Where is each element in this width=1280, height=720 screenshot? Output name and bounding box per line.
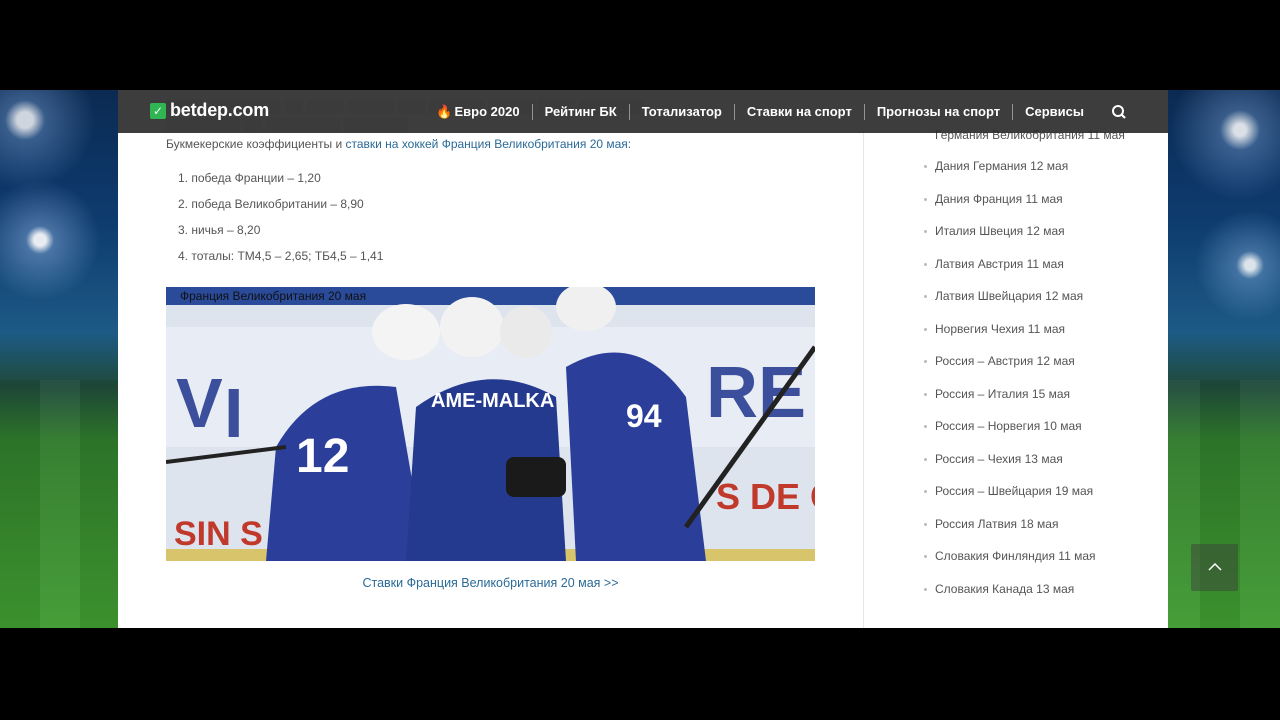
bullet-icon bbox=[924, 392, 927, 396]
bullet-icon bbox=[924, 360, 927, 363]
svg-text:RE: RE bbox=[706, 353, 806, 433]
checkmark-icon: ✓ bbox=[150, 102, 166, 119]
bullet-icon bbox=[924, 295, 927, 298]
svg-text:S DE C: S DE C bbox=[716, 476, 815, 517]
intro-text: Букмекерские коэффициенты и bbox=[166, 137, 346, 151]
hockey-players-image: V I RE S DE C SIN S 12 AME-MALKA 94 bbox=[166, 287, 815, 561]
nav-item-bets[interactable]: Ставки на спорт bbox=[735, 103, 865, 120]
sidebar-divider bbox=[863, 133, 864, 628]
list-item: 1. победа Франции – 1,20 bbox=[178, 171, 321, 185]
article-content: Букмекерские коэффициенты и ставки на хо… bbox=[166, 134, 816, 275]
nav-item-label: Евро 2020 bbox=[454, 103, 520, 119]
sidebar-item-label: Россия – Италия 15 мая bbox=[935, 386, 1070, 401]
sidebar-item[interactable]: Россия – Норвегия 10 мая bbox=[924, 419, 1134, 452]
letterbox-top bbox=[0, 0, 1280, 90]
sidebar-item-label: Россия – Швейцария 19 мая bbox=[935, 484, 1094, 498]
bullet-icon bbox=[924, 230, 927, 233]
match-title: Франция Великобритания 20 мая: bbox=[438, 137, 632, 151]
sidebar-item-label: Дания Франция 11 мая bbox=[935, 191, 1063, 206]
sidebar-item-label: Россия Латвия 18 мая bbox=[935, 516, 1059, 531]
sidebar-item-label: Норвегия Чехия 11 мая bbox=[935, 321, 1065, 336]
bullet-icon bbox=[924, 490, 927, 493]
svg-text:V: V bbox=[176, 364, 223, 442]
svg-text:AME-MALKA: AME-MALKA bbox=[431, 390, 554, 412]
nav-item-predictions[interactable]: Прогнозы на спорт bbox=[865, 103, 1014, 120]
list-item: 2. победа Великобритании – 8,90 bbox=[178, 197, 364, 211]
svg-text:94: 94 bbox=[626, 398, 662, 434]
sidebar-item-label: Россия – Чехия 13 мая bbox=[935, 451, 1063, 466]
nav-item-services[interactable]: Сервисы bbox=[1013, 104, 1096, 120]
sidebar-item[interactable]: Словакия Канада 13 мая bbox=[924, 582, 1134, 615]
sidebar-item[interactable]: Россия Латвия 18 мая bbox=[924, 517, 1134, 550]
sidebar-item[interactable]: Латвия Швейцария 12 мая bbox=[924, 289, 1134, 322]
main-nav: 🔥 Евро 2020 Рейтинг БК Тотализатор Ставки… bbox=[424, 90, 1132, 133]
site-header: ✓ betdep.com 🔥 Евро 2020 Рейтинг БК Тотал… bbox=[118, 90, 1168, 133]
sidebar-item-label: Дания Германия 12 мая bbox=[935, 159, 1069, 173]
hockey-bets-link[interactable]: ставки на хоккей bbox=[345, 137, 438, 151]
bullet-icon bbox=[924, 165, 927, 168]
sidebar-item-label: Россия – Австрия 12 мая bbox=[935, 354, 1075, 368]
bullet-icon bbox=[924, 587, 927, 591]
sidebar-item-label: Россия – Норвегия 10 мая bbox=[935, 419, 1082, 433]
sidebar-item[interactable]: Россия – Италия 15 мая bbox=[924, 387, 1134, 420]
bullet-icon bbox=[924, 555, 927, 558]
sidebar-item[interactable]: Словакия Финляндия 11 мая bbox=[924, 549, 1134, 582]
svg-text:I: I bbox=[224, 374, 243, 452]
sidebar-item-label: Словакия Канада 13 мая bbox=[935, 581, 1075, 596]
sidebar-item[interactable]: Россия – Чехия 13 мая bbox=[924, 452, 1134, 485]
bullet-icon bbox=[924, 425, 927, 428]
sidebar-item-label: Латвия Швейцария 12 мая bbox=[935, 289, 1084, 303]
sidebar-match-list: Германия Великобритания 11 мая Дания Гер… bbox=[924, 126, 1134, 614]
sidebar-item[interactable]: Россия – Австрия 12 мая bbox=[924, 354, 1134, 387]
svg-text:12: 12 bbox=[296, 430, 349, 483]
sidebar-item[interactable]: Италия Швеция 12 мая bbox=[924, 224, 1134, 257]
list-item: 4. тоталы: ТМ4,5 – 2,65; ТБ4,5 – 1,41 bbox=[178, 249, 384, 263]
fire-icon: 🔥 bbox=[436, 103, 453, 119]
sidebar-item-label: Италия Швеция 12 мая bbox=[935, 224, 1065, 238]
chevron-up-icon bbox=[1208, 563, 1222, 571]
bullet-icon bbox=[924, 197, 927, 201]
site-logo[interactable]: ✓ betdep.com bbox=[150, 100, 269, 121]
logo-text: betdep.com bbox=[170, 100, 270, 120]
bullet-icon bbox=[924, 327, 927, 331]
sidebar-item-label: Словакия Финляндия 11 мая bbox=[935, 549, 1096, 563]
sidebar-item[interactable]: Дания Франция 11 мая bbox=[924, 192, 1134, 225]
svg-text:SIN S: SIN S bbox=[174, 515, 263, 553]
video-caption: Франция Великобритания 20 мая bbox=[180, 289, 367, 303]
nav-item-totalizator[interactable]: Тотализатор bbox=[630, 103, 735, 120]
match-video[interactable]: V I RE S DE C SIN S 12 AME-MALKA 94 Фран… bbox=[166, 287, 815, 561]
odds-list: 1. победа Франции – 1,20 2. победа Велик… bbox=[178, 171, 816, 275]
nav-item-rating[interactable]: Рейтинг БК bbox=[533, 103, 630, 120]
sidebar-item[interactable]: Дания Германия 12 мая bbox=[924, 159, 1134, 192]
sidebar-item[interactable]: Россия – Швейцария 19 мая bbox=[924, 484, 1134, 517]
bullet-icon bbox=[924, 262, 927, 266]
bullet-icon bbox=[924, 457, 927, 461]
match-bets-link[interactable]: Ставки Франция Великобритания 20 мая >> bbox=[166, 576, 815, 590]
sidebar-item-label: Латвия Австрия 11 мая bbox=[935, 256, 1064, 271]
list-item: 3. ничья – 8,20 bbox=[178, 223, 261, 237]
search-icon[interactable] bbox=[1104, 102, 1132, 122]
sidebar-item[interactable]: Латвия Австрия 11 мая bbox=[924, 257, 1134, 290]
bullet-icon bbox=[924, 522, 927, 526]
odds-intro: Букмекерские коэффициенты и ставки на хо… bbox=[166, 137, 816, 151]
page-card: ████ ████████ ██ ████ █████ ███ ██████ █… bbox=[118, 90, 1168, 628]
sidebar-item[interactable]: Норвегия Чехия 11 мая bbox=[924, 322, 1134, 355]
scroll-to-top-button[interactable] bbox=[1191, 544, 1238, 591]
letterbox-bottom bbox=[0, 628, 1280, 720]
nav-item-euro-2020[interactable]: 🔥 Евро 2020 bbox=[424, 103, 533, 120]
